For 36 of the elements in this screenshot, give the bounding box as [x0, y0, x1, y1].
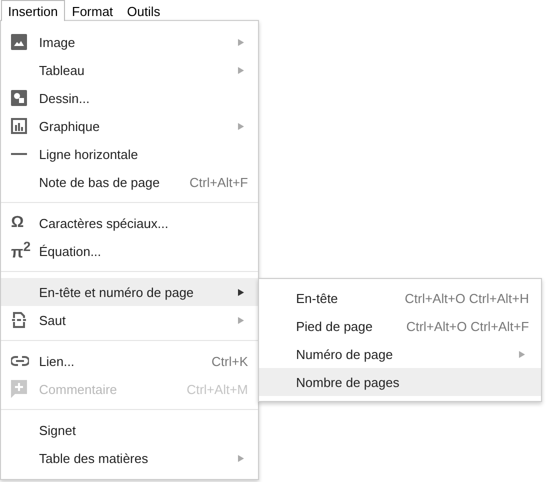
menu-item[interactable]: Numéro de page: [259, 340, 541, 368]
menu-tab[interactable]: Insertion: [1, 0, 65, 21]
menu-item[interactable]: En-tête Ctrl+Alt+O Ctrl+Alt+H: [259, 284, 541, 312]
menu-tab[interactable]: Format: [64, 0, 120, 21]
menu-item[interactable]: Signet: [1, 416, 258, 444]
submenu-arrow-icon: [238, 454, 244, 462]
menu-item[interactable]: En-tête et numéro de page: [1, 278, 258, 306]
comment-icon: [11, 380, 27, 398]
page-break-icon: [11, 312, 27, 328]
menu-item[interactable]: Table des matières: [1, 444, 258, 472]
submenu-arrow-icon: [238, 122, 244, 130]
submenu-arrow-icon: [238, 38, 244, 46]
menu-item[interactable]: Graphique: [1, 112, 258, 140]
menu-item[interactable]: Tableau: [1, 56, 258, 84]
menu-item[interactable]: Ligne horizontale: [1, 140, 258, 168]
symbol-icon: Ω: [11, 214, 24, 232]
symbol-icon: π$^{2}$: [11, 239, 31, 263]
link-icon: [11, 356, 29, 366]
menu-item[interactable]: Lien... Ctrl+K: [1, 347, 258, 375]
menu-item[interactable]: Nombre de pages: [259, 368, 541, 396]
menu-tab[interactable]: Outils: [120, 0, 168, 21]
menu-item[interactable]: Saut: [1, 306, 258, 334]
menu-item[interactable]: Pied de page Ctrl+Alt+O Ctrl+Alt+F: [259, 312, 541, 340]
menu-item[interactable]: Image: [1, 28, 258, 56]
image-icon: [11, 34, 27, 50]
horizontal-line-icon: [11, 153, 27, 155]
submenu-arrow-icon: [238, 316, 244, 324]
bar-chart-icon: [11, 118, 27, 134]
menu-item[interactable]: Ω Caractères spéciaux...: [1, 209, 258, 237]
submenu-arrow-icon: [519, 350, 525, 358]
shapes-icon: [11, 90, 27, 106]
submenu-arrow-icon: [238, 288, 244, 296]
menu-item[interactable]: Note de bas de page Ctrl+Alt+F: [1, 168, 258, 196]
menu-item[interactable]: π$^{2}$ Équation...: [1, 237, 258, 265]
submenu-arrow-icon: [238, 66, 244, 74]
menu-item[interactable]: Dessin...: [1, 84, 258, 112]
